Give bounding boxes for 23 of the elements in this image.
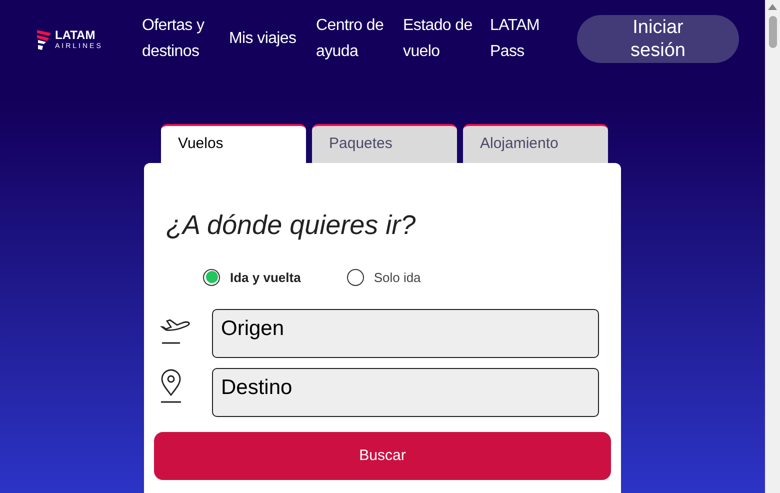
- heading: ¿A dónde quieres ir?: [166, 209, 417, 242]
- tab[interactable]: Vuelos: [161, 124, 306, 163]
- logo-brand: LATAM: [55, 28, 96, 40]
- scrollbar[interactable]: [765, 0, 780, 493]
- nav-link[interactable]: Mis viajes: [229, 26, 308, 52]
- text-field[interactable]: Origen: [212, 309, 599, 358]
- nav-link[interactable]: Ofertas y destinos: [142, 13, 221, 65]
- nav-link[interactable]: LATAM Pass: [490, 13, 569, 65]
- radio-button[interactable]: [346, 268, 364, 286]
- logo-icon: [36, 27, 52, 51]
- scrollbar-thumb[interactable]: [768, 16, 776, 48]
- text-field[interactable]: Destino: [212, 368, 599, 417]
- nav-link[interactable]: Estado de vuelo: [403, 13, 482, 65]
- radio-button[interactable]: [203, 268, 220, 286]
- radio-label: Solo ida: [374, 268, 421, 286]
- nav-link[interactable]: Centro de ayuda: [316, 13, 395, 65]
- login-button[interactable]: Iniciar sesión: [577, 15, 739, 63]
- scroll-up-icon[interactable]: [768, 4, 777, 10]
- location-pin-icon: [160, 368, 182, 404]
- tab[interactable]: Alojamiento: [463, 124, 608, 163]
- tab[interactable]: Paquetes: [312, 124, 457, 163]
- search-button[interactable]: Buscar: [154, 432, 611, 480]
- radio-label: Ida y vuelta: [230, 268, 301, 287]
